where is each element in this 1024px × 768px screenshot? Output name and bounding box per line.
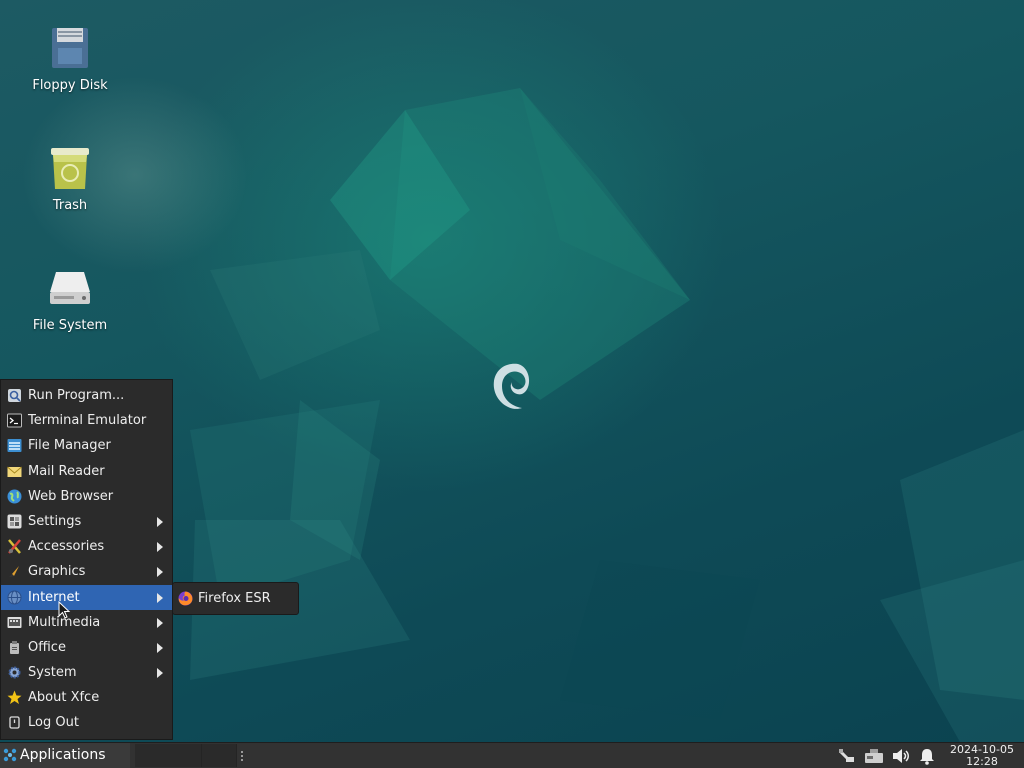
- debian-logo-icon: [493, 363, 530, 409]
- submenu-arrow-icon: [157, 542, 163, 553]
- file-manager-icon: [7, 439, 22, 453]
- workspace-1[interactable]: [135, 744, 202, 767]
- submenu-arrow-icon: [157, 642, 163, 653]
- menu-item-label: Web Browser: [28, 488, 114, 504]
- desktop-icon-label: File System: [32, 318, 108, 333]
- menu-item-file-manager[interactable]: File Manager: [1, 433, 172, 458]
- system-gear-icon: [8, 666, 21, 679]
- submenu-arrow-icon: [157, 668, 163, 679]
- menu-item-settings[interactable]: Settings: [1, 509, 172, 534]
- notification-bell-icon[interactable]: [917, 746, 937, 766]
- multimedia-icon: [7, 616, 22, 628]
- desktop-icon-file-system[interactable]: File System: [20, 264, 120, 333]
- log-out-icon: [9, 716, 20, 730]
- applications-menu-button[interactable]: Applications: [0, 743, 130, 768]
- desktop-icon-trash[interactable]: Trash: [20, 144, 120, 213]
- menu-item-accessories[interactable]: Accessories: [1, 534, 172, 559]
- internet-icon: [7, 590, 22, 604]
- mouse-cursor-icon: [58, 601, 71, 619]
- taskbar-panel: Applications 2024-10-05 12:28: [0, 742, 1024, 768]
- menu-item-internet[interactable]: Internet: [1, 584, 172, 610]
- menu-item-label: Log Out: [28, 715, 79, 731]
- workspace-2[interactable]: [202, 744, 237, 767]
- globe-icon: [7, 489, 22, 504]
- submenu-arrow-icon: [157, 516, 163, 527]
- applications-menu: Run Program... Terminal Emulator File Ma…: [0, 379, 173, 740]
- menu-item-log-out[interactable]: Log Out: [1, 710, 172, 735]
- menu-item-label: Office: [28, 639, 66, 655]
- menu-item-label: System: [28, 665, 77, 681]
- accessories-icon: [8, 539, 21, 554]
- desktop-icon-label: Trash: [52, 198, 88, 213]
- terminal-icon: [7, 413, 22, 428]
- menu-item-terminal-emulator[interactable]: Terminal Emulator: [1, 408, 172, 433]
- menu-item-multimedia[interactable]: Multimedia: [1, 610, 172, 635]
- applications-label: Applications: [20, 747, 106, 763]
- menu-item-mail-reader[interactable]: Mail Reader: [1, 459, 172, 484]
- menu-item-label: Terminal Emulator: [28, 413, 147, 429]
- menu-item-system[interactable]: System: [1, 660, 172, 685]
- volume-icon[interactable]: [891, 746, 911, 766]
- menu-item-firefox-esr[interactable]: Firefox ESR: [173, 583, 298, 614]
- firefox-icon: [178, 591, 193, 606]
- power-adapter-icon[interactable]: [863, 746, 885, 766]
- panel-drag-handle-icon[interactable]: [240, 750, 244, 762]
- internet-submenu: Firefox ESR: [172, 582, 299, 615]
- star-icon: [7, 690, 22, 705]
- graphics-icon: [9, 566, 19, 578]
- menu-item-label: Settings: [28, 513, 82, 529]
- clock[interactable]: 2024-10-05 12:28: [944, 743, 1020, 768]
- trash-icon: [51, 148, 89, 189]
- menu-item-about-xfce[interactable]: About Xfce: [1, 685, 172, 710]
- run-program-icon: [8, 389, 21, 402]
- menu-item-run-program[interactable]: Run Program...: [1, 383, 172, 408]
- clock-time: 12:28: [966, 755, 998, 768]
- submenu-arrow-icon: [157, 592, 163, 603]
- hard-drive-icon: [50, 272, 90, 304]
- menu-item-label: Accessories: [28, 539, 105, 555]
- menu-item-label: Mail Reader: [28, 463, 105, 479]
- menu-item-label: About Xfce: [28, 690, 100, 706]
- submenu-arrow-icon: [157, 617, 163, 628]
- submenu-arrow-icon: [157, 567, 163, 578]
- menu-item-label: Graphics: [28, 564, 86, 580]
- floppy-disk-icon: [52, 28, 88, 68]
- mail-icon: [7, 466, 22, 477]
- office-icon: [10, 640, 19, 654]
- menu-item-office[interactable]: Office: [1, 635, 172, 660]
- menu-item-label: File Manager: [28, 438, 111, 454]
- network-wired-icon[interactable]: [837, 746, 857, 766]
- menu-item-label: Run Program...: [28, 388, 125, 403]
- desktop-icon-label: Floppy Disk: [32, 78, 108, 93]
- desktop-icon-floppy-disk[interactable]: Floppy Disk: [20, 24, 120, 93]
- xfce-logo-icon: [3, 748, 17, 762]
- settings-icon: [7, 514, 22, 529]
- menu-item-label: Firefox ESR: [198, 591, 271, 606]
- menu-item-graphics[interactable]: Graphics: [1, 559, 172, 584]
- menu-item-web-browser[interactable]: Web Browser: [1, 484, 172, 509]
